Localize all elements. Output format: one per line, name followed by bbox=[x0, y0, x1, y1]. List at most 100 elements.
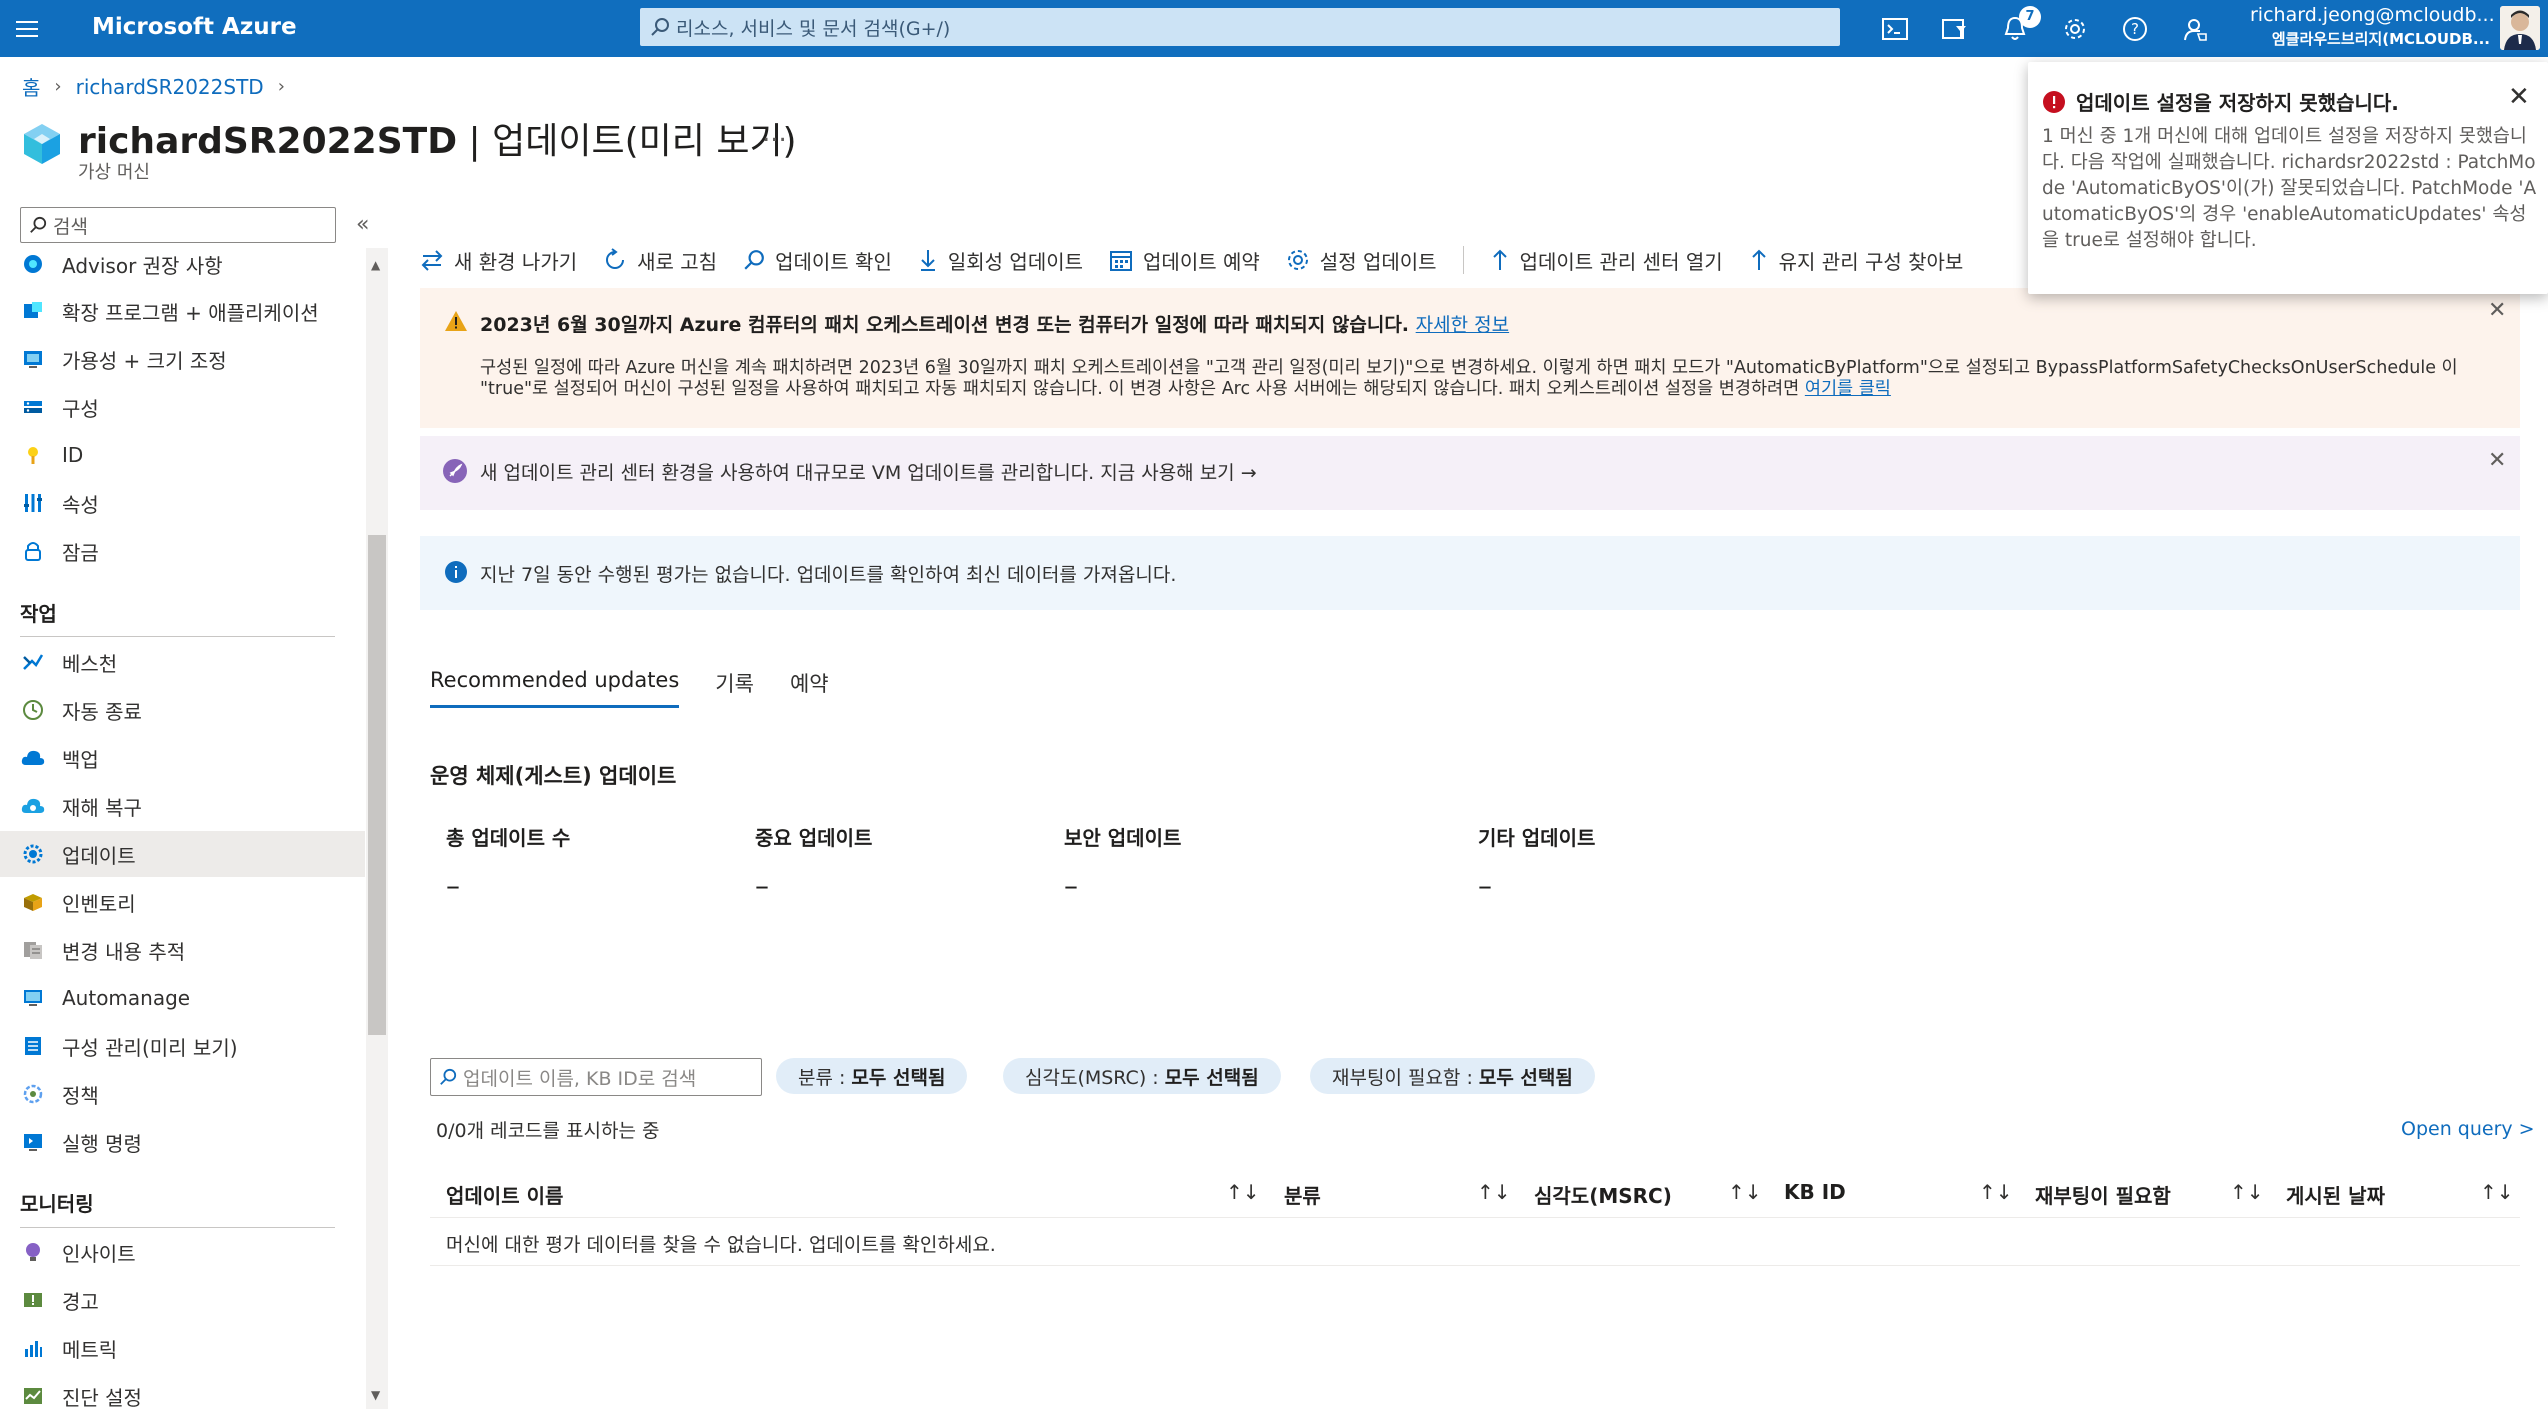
help-question-icon[interactable]: ? bbox=[2105, 0, 2165, 57]
azure-brand[interactable]: Microsoft Azure bbox=[92, 14, 297, 40]
tab-scheduling[interactable]: 예약 bbox=[790, 668, 829, 708]
scroll-up-arrow-icon[interactable]: ▲ bbox=[371, 258, 380, 272]
sidebar-item-config-management[interactable]: 구성 관리(미리 보기) bbox=[0, 1023, 365, 1069]
updates-gear-icon bbox=[20, 841, 46, 867]
stat-label: 기타 업데이트 bbox=[1478, 826, 1596, 850]
sidebar-item-inventory[interactable]: 인벤토리 bbox=[0, 879, 365, 925]
sidebar-item-advisor[interactable]: Advisor 권장 사항 bbox=[0, 248, 365, 287]
open-query-link[interactable]: Open query > bbox=[2401, 1118, 2535, 1140]
filter-classification[interactable]: 분류 : 모두 선택됨 bbox=[776, 1058, 968, 1094]
warning-click-here-link[interactable]: 여기를 클릭 bbox=[1805, 379, 1891, 399]
sidebar: Advisor 권장 사항 확장 프로그램 + 애플리케이션 가용성 + 크기 … bbox=[0, 248, 365, 1409]
notifications-bell-icon[interactable]: 7 bbox=[1985, 0, 2045, 57]
sort-arrows-icon[interactable]: ↑↓ bbox=[1728, 1180, 1762, 1204]
collapse-sidebar-button[interactable]: « bbox=[356, 212, 369, 237]
sidebar-item-bastion[interactable]: 베스천 bbox=[0, 639, 365, 685]
sort-arrows-icon[interactable]: ↑↓ bbox=[2230, 1180, 2264, 1204]
change-tracking-icon bbox=[20, 937, 46, 963]
avatar[interactable] bbox=[2500, 6, 2540, 50]
search-icon bbox=[743, 249, 765, 271]
empty-table-message: 머신에 대한 평가 데이터를 찾을 수 없습니다. 업데이트를 확인하세요. bbox=[446, 1234, 996, 1256]
scroll-down-arrow-icon[interactable]: ▼ bbox=[371, 1388, 380, 1402]
more-options-button[interactable]: ... bbox=[762, 118, 787, 148]
dismiss-promo-close-icon[interactable]: ✕ bbox=[2488, 448, 2506, 473]
sidebar-item-locks[interactable]: 잠금 bbox=[0, 528, 365, 574]
sidebar-item-extensions[interactable]: 확장 프로그램 + 애플리케이션 bbox=[0, 288, 365, 334]
scrollbar-thumb[interactable] bbox=[368, 535, 386, 1035]
sidebar-item-properties[interactable]: 속성 bbox=[0, 480, 365, 526]
column-reboot-required[interactable]: 재부팅이 필요함 bbox=[2035, 1180, 2171, 1209]
sidebar-item-configuration[interactable]: 구성 bbox=[0, 384, 365, 430]
breadcrumb-home[interactable]: 홈 bbox=[22, 72, 40, 101]
updates-table-header: 업데이트 이름 ↑↓ 분류 ↑↓ 심각도(MSRC) ↑↓ KB ID ↑↓ 재… bbox=[430, 1170, 2520, 1218]
sidebar-item-insights[interactable]: 인사이트 bbox=[0, 1229, 365, 1275]
sidebar-scrollbar[interactable]: ▲ ▼ bbox=[366, 248, 388, 1409]
stat-value: – bbox=[1478, 869, 1492, 902]
stat-label: 보안 업데이트 bbox=[1064, 826, 1182, 850]
sidebar-item-auto-shutdown[interactable]: 자동 종료 bbox=[0, 687, 365, 733]
one-time-update-label: 일회성 업데이트 bbox=[947, 249, 1084, 274]
refresh-button[interactable]: 새로 고침 bbox=[603, 246, 717, 275]
column-update-name[interactable]: 업데이트 이름 bbox=[446, 1180, 563, 1209]
cloud-shell-icon[interactable] bbox=[1865, 0, 1925, 57]
sidebar-item-backup[interactable]: 백업 bbox=[0, 735, 365, 781]
sidebar-item-alerts[interactable]: 경고 bbox=[0, 1277, 365, 1323]
breadcrumb-chevron-icon: › bbox=[54, 76, 62, 97]
filter-severity[interactable]: 심각도(MSRC) : 모두 선택됨 bbox=[1003, 1058, 1281, 1094]
tab-history[interactable]: 기록 bbox=[715, 668, 754, 708]
top-bar: Microsoft Azure 리소스, 서비스 및 문서 검색(G+/) 7 … bbox=[0, 0, 2548, 57]
sort-arrows-icon[interactable]: ↑↓ bbox=[1226, 1180, 1260, 1204]
check-updates-button[interactable]: 업데이트 확인 bbox=[743, 246, 892, 275]
sidebar-item-run-command[interactable]: 실행 명령 bbox=[0, 1119, 365, 1165]
column-classification[interactable]: 분류 bbox=[1284, 1180, 1321, 1209]
sidebar-item-change-tracking[interactable]: 변경 내용 추적 bbox=[0, 927, 365, 973]
global-search-input[interactable]: 리소스, 서비스 및 문서 검색(G+/) bbox=[640, 8, 1840, 46]
column-kb-id[interactable]: KB ID bbox=[1784, 1180, 1846, 1204]
warning-banner: 2023년 6월 30일까지 Azure 컴퓨터의 패치 오케스트레이션 변경 … bbox=[420, 288, 2520, 428]
sort-arrows-icon[interactable]: ↑↓ bbox=[1477, 1180, 1511, 1204]
sidebar-item-policy[interactable]: 정책 bbox=[0, 1071, 365, 1117]
toast-close-icon[interactable]: ✕ bbox=[2508, 82, 2530, 112]
schedule-updates-button[interactable]: 업데이트 예약 bbox=[1109, 246, 1260, 275]
tab-recommended-updates[interactable]: Recommended updates bbox=[430, 668, 680, 708]
directory-filter-icon[interactable] bbox=[1925, 0, 1985, 57]
warning-learn-more-link[interactable]: 자세한 정보 bbox=[1416, 314, 1509, 336]
settings-gear-icon[interactable] bbox=[2045, 0, 2105, 57]
hamburger-menu-icon[interactable] bbox=[10, 13, 44, 45]
breadcrumb-resource[interactable]: richardSR2022STD bbox=[76, 75, 264, 99]
dismiss-warning-close-icon[interactable]: ✕ bbox=[2488, 298, 2506, 323]
update-search-input[interactable]: 업데이트 이름, KB ID로 검색 bbox=[430, 1058, 762, 1096]
filter-reboot-required[interactable]: 재부팅이 필요함 : 모두 선택됨 bbox=[1310, 1058, 1595, 1094]
sidebar-item-automanage[interactable]: Automanage bbox=[0, 975, 365, 1021]
sidebar-item-availability[interactable]: 가용성 + 크기 조정 bbox=[0, 336, 365, 382]
sidebar-item-label: 경고 bbox=[62, 1289, 99, 1314]
browse-maintenance-config-button[interactable]: 유지 관리 구성 찾아보 bbox=[1749, 246, 1964, 275]
feedback-icon[interactable] bbox=[2165, 0, 2225, 57]
rocket-icon bbox=[442, 458, 468, 484]
sidebar-divider bbox=[20, 1227, 335, 1228]
toast-body: 1 머신 중 1개 머신에 대해 업데이트 설정을 저장하지 못했습니다. 다음… bbox=[2042, 126, 2537, 251]
sidebar-item-diagnostics[interactable]: 진단 설정 bbox=[0, 1373, 365, 1409]
account-menu[interactable]: richard.jeong@mcloudb... 엠클라우드브리지(MCLOUD… bbox=[2250, 4, 2495, 49]
one-time-update-button[interactable]: 일회성 업데이트 bbox=[918, 246, 1083, 275]
open-update-center-button[interactable]: 업데이트 관리 센터 열기 bbox=[1490, 246, 1723, 275]
sort-arrows-icon[interactable]: ↑↓ bbox=[1979, 1180, 2013, 1204]
update-settings-button[interactable]: 설정 업데이트 bbox=[1286, 246, 1437, 275]
bastion-icon bbox=[20, 649, 46, 675]
promo-text[interactable]: 새 업데이트 관리 센터 환경을 사용하여 대규모로 VM 업데이트를 관리합니… bbox=[480, 458, 1257, 485]
sidebar-item-label: 베스천 bbox=[62, 651, 118, 676]
automanage-icon bbox=[20, 985, 46, 1011]
sidebar-item-updates[interactable]: 업데이트 bbox=[0, 831, 365, 877]
sort-arrows-icon[interactable]: ↑↓ bbox=[2480, 1180, 2514, 1204]
sidebar-item-disaster-recovery[interactable]: 재해 복구 bbox=[0, 783, 365, 829]
column-published-date[interactable]: 게시된 날짜 bbox=[2286, 1180, 2385, 1209]
extensions-icon bbox=[20, 298, 46, 324]
sidebar-search-input[interactable]: 검색 bbox=[20, 207, 336, 243]
leave-new-experience-button[interactable]: 새 환경 나가기 bbox=[420, 246, 577, 275]
sidebar-item-metrics[interactable]: 메트릭 bbox=[0, 1325, 365, 1371]
sidebar-item-identity[interactable]: ID bbox=[0, 432, 365, 478]
browse-maintenance-config-label: 유지 관리 구성 찾아보 bbox=[1778, 249, 1964, 274]
breadcrumb: 홈 › richardSR2022STD › bbox=[22, 72, 285, 101]
info-banner: 지난 7일 동안 수행된 평가는 없습니다. 업데이트를 확인하여 최신 데이터… bbox=[420, 536, 2520, 610]
column-severity[interactable]: 심각도(MSRC) bbox=[1534, 1180, 1672, 1209]
